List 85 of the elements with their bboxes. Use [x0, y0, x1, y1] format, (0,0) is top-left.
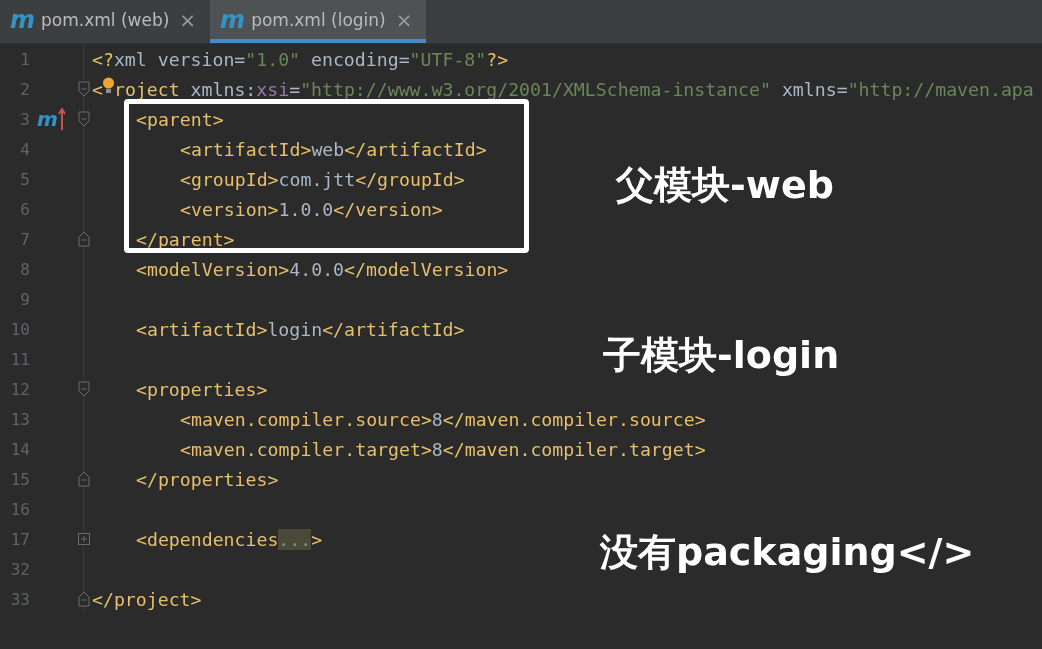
- code-token: </modelVersion>: [344, 258, 509, 280]
- code-token: </artifactId>: [344, 138, 487, 160]
- code-token: </parent>: [136, 228, 235, 250]
- line-number: 32: [9, 559, 30, 579]
- code-token: 1.0.0: [278, 198, 334, 220]
- code-token: 8: [431, 408, 443, 430]
- code-token: <: [92, 78, 103, 100]
- code-token: =: [234, 48, 246, 70]
- code-token: </maven.compiler.target>: [442, 438, 706, 460]
- code-token: =: [398, 48, 410, 70]
- code-token: 8: [431, 438, 443, 460]
- code-token: <dependencies: [136, 528, 279, 550]
- close-icon[interactable]: ×: [175, 7, 201, 32]
- line-number: 8: [19, 259, 30, 279]
- line-number: 5: [19, 169, 30, 189]
- code-token: ?>: [486, 48, 509, 70]
- code-token: >: [311, 528, 323, 550]
- maven-icon: m: [220, 7, 246, 32]
- line-number: 13: [9, 409, 30, 429]
- code-token: <modelVersion>: [136, 258, 290, 280]
- code-token: <?: [92, 48, 114, 70]
- line-number: 11: [9, 349, 30, 369]
- code-token: =: [289, 78, 301, 100]
- annotation-label: 父模块-web: [616, 162, 834, 209]
- code-token: <maven.compiler.target>: [180, 438, 432, 460]
- fold-icon[interactable]: [77, 111, 91, 127]
- line-number: 3: [19, 109, 30, 129]
- code-token: "http://www.w3.org/2001/XMLSchema-instance": [300, 78, 772, 100]
- line-number: 7: [19, 229, 30, 249]
- fold-icon[interactable]: [77, 81, 91, 97]
- code-token: </properties>: [136, 468, 279, 490]
- code-token: "UTF-8": [409, 48, 487, 70]
- code-token: xmlns:: [190, 78, 257, 100]
- line-number: 9: [19, 289, 30, 309]
- line-number: 33: [9, 589, 30, 609]
- line-number: 6: [19, 199, 30, 219]
- code-token: </maven.compiler.source>: [442, 408, 706, 430]
- code-token: login: [267, 318, 323, 340]
- line-number: 16: [9, 499, 30, 519]
- code-token: xmlns: [781, 78, 837, 100]
- code-token: web: [311, 138, 345, 160]
- line-number: 15: [9, 469, 30, 489]
- expand-icon[interactable]: [77, 531, 91, 547]
- code-token: xsi: [256, 78, 290, 100]
- code-token: <groupId>: [180, 168, 279, 190]
- line-number: 14: [9, 439, 30, 459]
- folded-code[interactable]: ...: [278, 528, 312, 550]
- code-token: xml version: [113, 48, 235, 70]
- code-token: </artifactId>: [322, 318, 465, 340]
- code-token: "1.0": [245, 48, 302, 70]
- code-token: com.jtt: [278, 168, 356, 190]
- annotation-label: 没有packaging</>: [600, 529, 975, 576]
- code-token: 4.0.0: [289, 258, 345, 280]
- fold-icon[interactable]: [77, 591, 91, 607]
- code-token: </project>: [92, 588, 202, 610]
- code-token: <maven.compiler.source>: [180, 408, 432, 430]
- tab-label: pom.xml (login): [251, 9, 386, 30]
- line-number: 10: [9, 319, 30, 339]
- line-number: 12: [9, 379, 30, 399]
- line-number: 17: [9, 529, 30, 549]
- code-token: =: [836, 78, 848, 100]
- line-number: 1: [19, 49, 30, 69]
- editor-tab[interactable]: m pom.xml (login) ×: [210, 0, 427, 43]
- bulb-icon[interactable]: [102, 77, 114, 94]
- code-token: encoding: [311, 48, 399, 70]
- line-number: 2: [19, 79, 30, 99]
- annotation-label: 子模块-login: [603, 332, 840, 379]
- fold-icon[interactable]: [77, 381, 91, 397]
- close-icon[interactable]: ×: [391, 7, 417, 32]
- code-token: <properties>: [136, 378, 268, 400]
- code-token: <artifactId>: [180, 138, 312, 160]
- fold-icon[interactable]: [77, 231, 91, 247]
- code-token: </version>: [333, 198, 443, 220]
- up-arrow-icon: [57, 108, 66, 130]
- code-token: <parent>: [136, 108, 224, 130]
- code-token: </groupId>: [355, 168, 465, 190]
- code-token: roject: [113, 78, 181, 100]
- code-token: <artifactId>: [136, 318, 268, 340]
- line-number: 4: [19, 139, 30, 159]
- maven-icon[interactable]: m: [37, 107, 58, 131]
- code-token: "http://maven.apa: [847, 78, 1034, 100]
- fold-icon[interactable]: [77, 471, 91, 487]
- tab-label: pom.xml (web): [41, 9, 170, 30]
- maven-icon: m: [10, 7, 35, 32]
- code-token: <version>: [180, 198, 279, 220]
